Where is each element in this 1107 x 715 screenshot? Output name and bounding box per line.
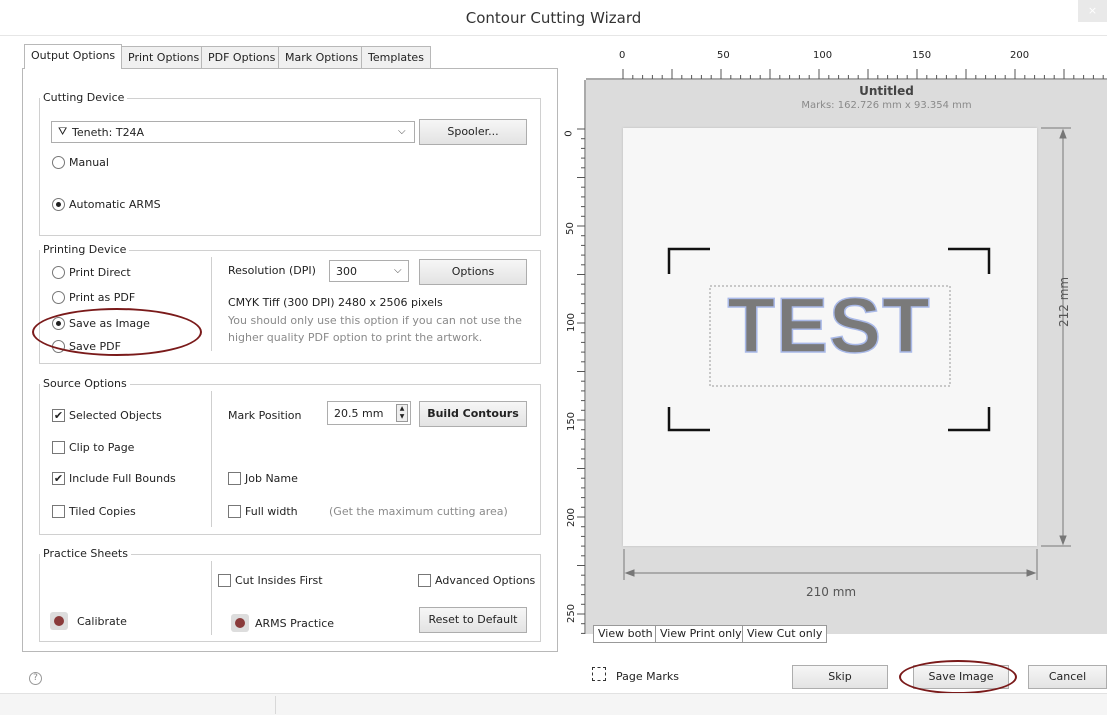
resolution-value: 300	[336, 265, 357, 278]
calibrate-label[interactable]: Calibrate	[77, 615, 127, 628]
mark-position-label: Mark Position	[228, 409, 302, 422]
width-dimension-label: 210 mm	[806, 585, 857, 599]
selected-objects-checkbox[interactable]: ✔	[52, 409, 65, 422]
cutting-device-legend: Cutting Device	[40, 91, 128, 104]
help-icon[interactable]: ?	[29, 672, 42, 685]
advanced-options-label: Advanced Options	[435, 574, 536, 587]
close-button[interactable]: ×	[1078, 0, 1107, 22]
printing-device-legend: Printing Device	[40, 243, 130, 256]
print-as-pdf-radio[interactable]	[52, 291, 65, 304]
registration-mark-top-right	[948, 247, 991, 274]
skip-button[interactable]: Skip	[792, 665, 888, 689]
full-width-label: Full width	[245, 505, 298, 518]
view-cut-only-tab[interactable]: View Cut only	[742, 625, 828, 643]
print-direct-radio[interactable]	[52, 266, 65, 279]
height-dimension-label: 212 mm	[1057, 276, 1071, 327]
plotter-icon: ⛛	[58, 125, 68, 138]
image-note-line-2: higher quality PDF option to print the a…	[228, 331, 483, 344]
divider	[211, 561, 212, 635]
automatic-arms-radio[interactable]	[52, 198, 65, 211]
registration-mark-top-left	[667, 247, 710, 274]
chevron-down-icon: ⌵	[394, 265, 402, 276]
tiled-copies-label: Tiled Copies	[69, 505, 136, 518]
mark-position-spinner[interactable]: 20.5 mm ▲ ▼	[327, 401, 411, 425]
job-name-checkbox[interactable]	[228, 472, 241, 485]
cancel-button[interactable]: Cancel	[1028, 665, 1107, 689]
ruler-top: 0 50 100 150 200	[586, 45, 1107, 80]
tiled-copies-checkbox[interactable]	[52, 505, 65, 518]
clip-to-page-checkbox[interactable]	[52, 441, 65, 454]
tab-output-options[interactable]: Output Options	[24, 44, 123, 69]
clip-to-page-label: Clip to Page	[69, 441, 135, 454]
calibrate-icon[interactable]	[50, 612, 68, 630]
ruler-left-label: 150	[566, 411, 578, 432]
ruler-left-label: 0	[563, 130, 575, 137]
tab-pdf-options[interactable]: PDF Options	[201, 46, 283, 68]
divider	[211, 391, 212, 527]
ruler-top-label: 150	[912, 50, 932, 61]
mark-position-value: 20.5 mm	[334, 407, 384, 420]
status-bar	[0, 693, 1107, 715]
tab-print-options[interactable]: Print Options	[121, 46, 207, 68]
full-width-hint: (Get the maximum cutting area)	[329, 505, 508, 518]
include-full-bounds-checkbox[interactable]: ✔	[52, 472, 65, 485]
spinner-arrows-icon[interactable]: ▲ ▼	[396, 404, 408, 422]
arms-practice-icon[interactable]	[231, 614, 249, 632]
ruler-left-label: 250	[566, 603, 578, 624]
cut-insides-first-label: Cut Insides First	[235, 574, 323, 587]
ruler-left-label: 100	[566, 312, 578, 333]
view-both-tab[interactable]: View both	[593, 625, 658, 643]
spooler-button[interactable]: Spooler...	[419, 119, 527, 145]
ruler-left-label: 50	[564, 222, 576, 235]
window-title: Contour Cutting Wizard	[465, 9, 642, 27]
ruler-left: 0 50 100 150 200 250	[564, 80, 586, 634]
job-name-label: Job Name	[245, 472, 298, 485]
cutting-device-select[interactable]: ⛛ Teneth: T24A ⌵	[51, 121, 415, 143]
tab-mark-options[interactable]: Mark Options	[278, 46, 366, 68]
chevron-down-icon: ⌵	[398, 126, 406, 137]
build-contours-button[interactable]: Build Contours	[419, 401, 527, 427]
resolution-select[interactable]: 300 ⌵	[329, 260, 409, 282]
reset-to-default-button[interactable]: Reset to Default	[419, 607, 527, 633]
annotation-oval-save-image	[899, 660, 1017, 694]
ruler-top-label: 200	[1010, 50, 1030, 61]
view-print-only-tab[interactable]: View Print only	[655, 625, 747, 643]
ruler-top-label: 0	[619, 50, 626, 61]
options-button[interactable]: Options	[419, 259, 527, 285]
output-options-panel: Cutting Device ⛛ Teneth: T24A ⌵ Spooler.…	[22, 68, 558, 652]
annotation-oval-save-as-image	[32, 308, 202, 356]
ruler-top-label: 100	[813, 50, 833, 61]
automatic-arms-label: Automatic ARMS	[69, 198, 161, 211]
cutting-device-value: Teneth: T24A	[72, 126, 145, 139]
source-options-legend: Source Options	[40, 377, 130, 390]
image-info-text: CMYK Tiff (300 DPI) 2480 x 2506 pixels	[228, 296, 443, 309]
selected-objects-label: Selected Objects	[69, 409, 162, 422]
ruler-top-label: 50	[717, 50, 730, 61]
image-note-line-1: You should only use this option if you c…	[228, 314, 522, 327]
manual-radio[interactable]	[52, 156, 65, 169]
registration-mark-bottom-left	[667, 407, 710, 432]
page-marks-icon[interactable]	[592, 667, 606, 681]
print-direct-label: Print Direct	[69, 266, 131, 279]
advanced-options-checkbox[interactable]	[418, 574, 431, 587]
include-full-bounds-label: Include Full Bounds	[69, 472, 176, 485]
tab-templates[interactable]: Templates	[361, 46, 431, 68]
ruler-left-ticks	[577, 80, 586, 634]
registration-mark-bottom-right	[948, 407, 991, 432]
full-width-checkbox[interactable]	[228, 505, 241, 518]
practice-sheets-legend: Practice Sheets	[40, 547, 131, 560]
sample-text-test: TEST	[727, 281, 931, 369]
arms-practice-label[interactable]: ARMS Practice	[255, 617, 334, 630]
print-as-pdf-label: Print as PDF	[69, 291, 136, 304]
resolution-label: Resolution (DPI)	[228, 264, 316, 277]
divider	[211, 257, 212, 351]
ruler-left-label: 200	[566, 507, 578, 528]
manual-label: Manual	[69, 156, 109, 169]
cut-insides-first-checkbox[interactable]	[218, 574, 231, 587]
page-marks-label[interactable]: Page Marks	[616, 670, 679, 683]
